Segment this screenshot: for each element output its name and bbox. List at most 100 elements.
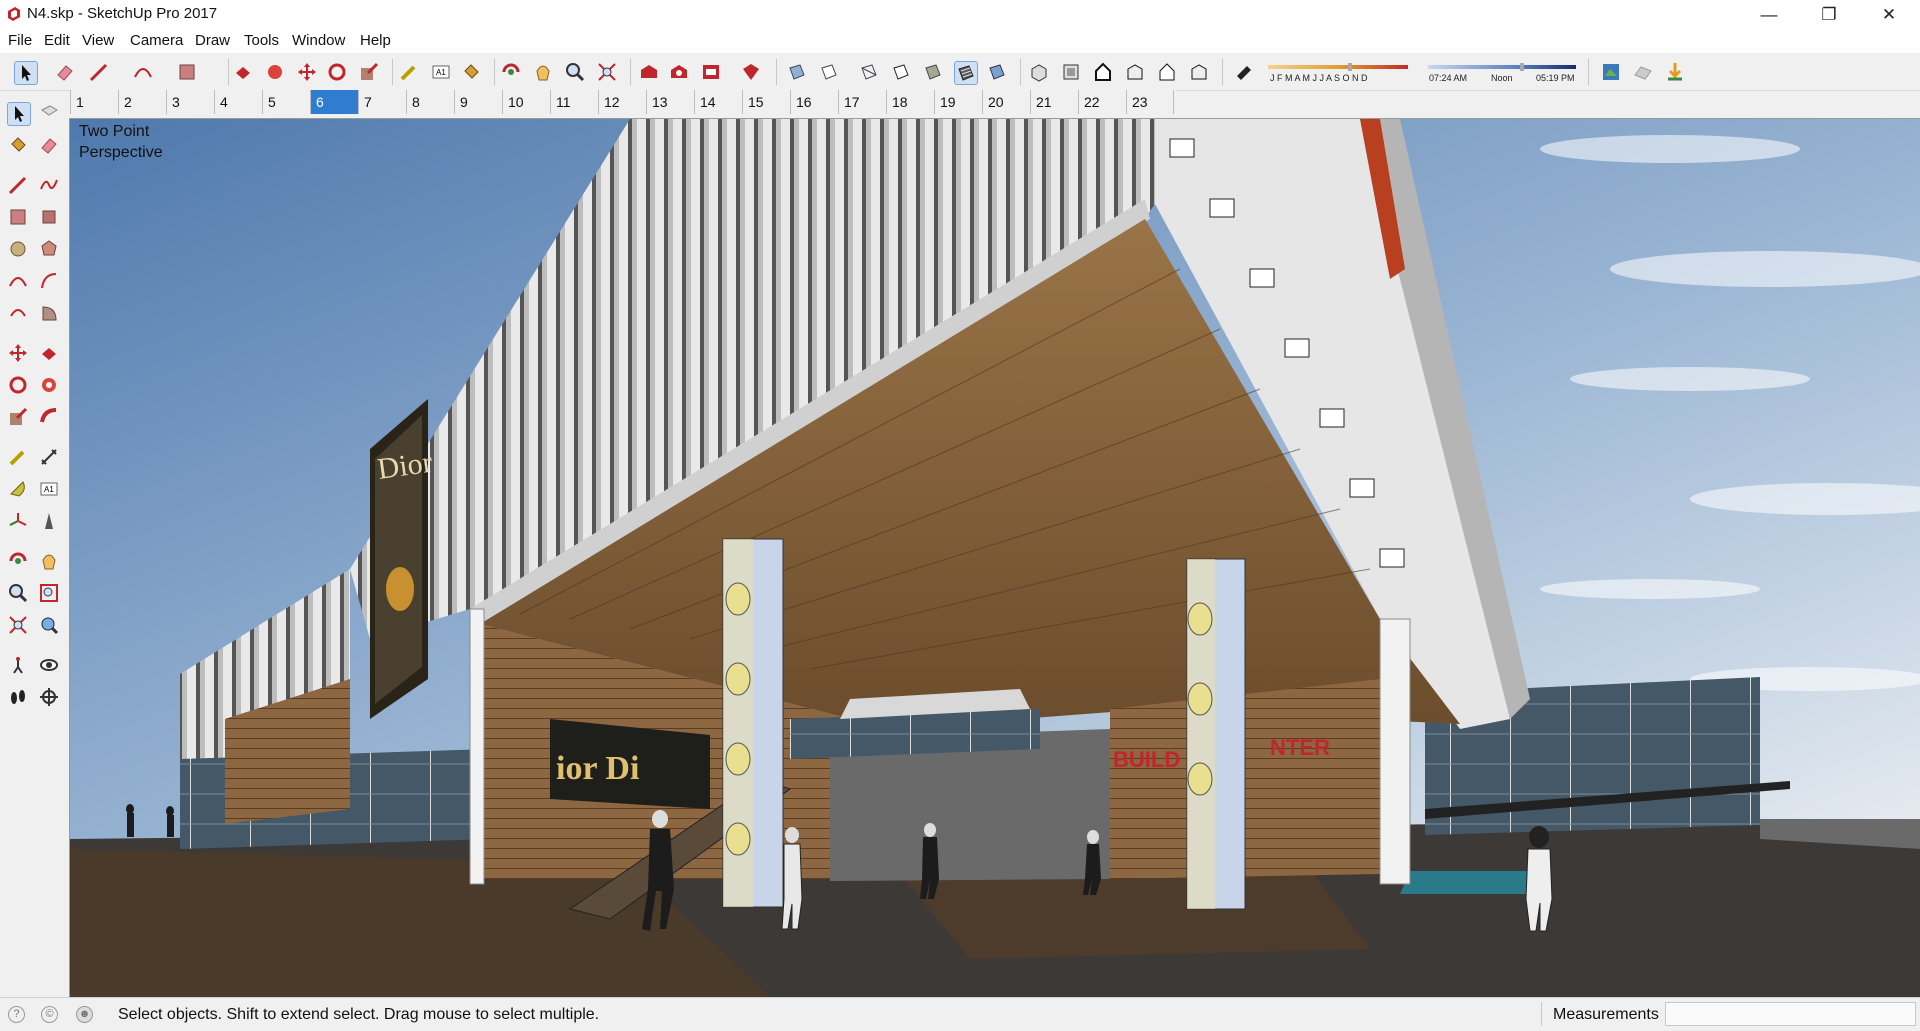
eraser-tool-icon[interactable] (38, 134, 60, 156)
rectangle-tool-icon[interactable] (7, 206, 29, 228)
zoom-extents-tool-icon[interactable] (7, 614, 29, 636)
paint-bucket-tool-icon[interactable] (460, 61, 482, 83)
text-tool-icon[interactable]: A1 (430, 61, 452, 83)
extension-warehouse-icon[interactable] (740, 61, 762, 83)
section-plane-icon[interactable] (38, 686, 60, 708)
rotate-tool-icon[interactable] (7, 374, 29, 396)
photo-textures-icon[interactable] (1664, 61, 1686, 83)
menu-draw[interactable]: Draw (195, 32, 230, 49)
scene-tab-8[interactable]: 8 (406, 90, 454, 114)
menu-edit[interactable]: Edit (44, 32, 70, 49)
scene-tab-13[interactable]: 13 (646, 90, 694, 114)
shaded-style-icon[interactable] (922, 61, 944, 83)
move-tool-icon[interactable] (296, 61, 318, 83)
pan-tool-icon[interactable] (38, 550, 60, 572)
pan-tool-icon[interactable] (532, 61, 554, 83)
zoom-tool-icon[interactable] (7, 582, 29, 604)
previous-view-icon[interactable] (38, 614, 60, 636)
back-view-icon[interactable] (1156, 61, 1178, 83)
rotate-tool-icon[interactable] (326, 61, 348, 83)
close-button[interactable]: ✕ (1866, 0, 1912, 29)
two-point-arc-tool-icon[interactable] (38, 270, 60, 292)
move-tool-icon[interactable] (7, 342, 29, 364)
push-pull-tool-icon[interactable] (232, 61, 254, 83)
left-view-icon[interactable] (1188, 61, 1210, 83)
scene-tab-22[interactable]: 22 (1078, 90, 1126, 114)
3d-text-tool-icon[interactable] (38, 510, 60, 532)
iso-view-icon[interactable] (1028, 61, 1050, 83)
credits-icon[interactable]: © (41, 1006, 58, 1023)
walk-tool-icon[interactable] (7, 686, 29, 708)
circle-tool-icon[interactable] (7, 238, 29, 260)
user-account-icon[interactable]: ☻ (76, 1006, 93, 1023)
pie-tool-icon[interactable] (38, 302, 60, 324)
tape-measure-tool-icon[interactable] (398, 61, 420, 83)
menu-camera[interactable]: Camera (130, 32, 183, 49)
select-tool-icon[interactable] (14, 61, 38, 85)
scene-tab-2[interactable]: 2 (118, 90, 166, 114)
axes-tool-icon[interactable] (7, 510, 29, 532)
text-tool-icon[interactable]: A1 (38, 478, 60, 500)
scene-tab-19[interactable]: 19 (934, 90, 982, 114)
hidden-line-icon[interactable] (890, 61, 912, 83)
orbit-tool-icon[interactable] (7, 550, 29, 572)
scene-tab-6[interactable]: 6 (310, 90, 358, 114)
offset-tool-icon[interactable] (38, 406, 60, 428)
measurements-input[interactable] (1665, 1002, 1916, 1026)
arc-tool-icon[interactable] (132, 61, 154, 83)
hidden-line-style-icon[interactable] (818, 61, 840, 83)
make-component-icon[interactable] (38, 102, 60, 124)
arc-tool-icon[interactable] (7, 270, 29, 292)
freehand-tool-icon[interactable] (38, 174, 60, 196)
rotated-rectangle-tool-icon[interactable] (38, 206, 60, 228)
warehouse-icon[interactable] (638, 61, 660, 83)
scene-tab-1[interactable]: 1 (70, 90, 118, 114)
add-location-icon[interactable] (1600, 61, 1622, 83)
share-component-icon[interactable] (700, 61, 722, 83)
select-tool-icon[interactable] (7, 102, 31, 126)
scale-tool-icon[interactable] (358, 61, 380, 83)
menu-help[interactable]: Help (360, 32, 391, 49)
shadows-toggle-icon[interactable] (1232, 61, 1254, 83)
front-view-icon[interactable] (1092, 61, 1114, 83)
minimize-button[interactable]: — (1746, 0, 1792, 29)
scene-tab-12[interactable]: 12 (598, 90, 646, 114)
top-view-icon[interactable] (1060, 61, 1082, 83)
three-point-arc-tool-icon[interactable] (7, 302, 29, 324)
position-camera-icon[interactable] (7, 654, 29, 676)
shaded-with-textures-icon[interactable] (954, 61, 978, 85)
protractor-tool-icon[interactable] (7, 478, 29, 500)
scene-tab-9[interactable]: 9 (454, 90, 502, 114)
right-view-icon[interactable] (1124, 61, 1146, 83)
scene-tab-4[interactable]: 4 (214, 90, 262, 114)
push-pull-tool-icon[interactable] (38, 342, 60, 364)
zoom-extents-tool-icon[interactable] (596, 61, 618, 83)
look-around-icon[interactable] (38, 654, 60, 676)
scene-tab-10[interactable]: 10 (502, 90, 550, 114)
zoom-tool-icon[interactable] (564, 61, 586, 83)
maximize-button[interactable]: ❐ (1806, 0, 1852, 29)
paint-bucket-tool-icon[interactable] (7, 134, 29, 156)
follow-me-tool-icon[interactable] (38, 374, 60, 396)
toggle-terrain-icon[interactable] (1632, 61, 1654, 83)
scene-tab-17[interactable]: 17 (838, 90, 886, 114)
dimension-tool-icon[interactable] (38, 446, 60, 468)
model-viewport[interactable]: Dior ior Di BUILD NTER Two Point Perspec… (69, 118, 1920, 997)
tape-measure-tool-icon[interactable] (7, 446, 29, 468)
menu-window[interactable]: Window (292, 32, 345, 49)
scene-tab-15[interactable]: 15 (742, 90, 790, 114)
line-tool-icon[interactable] (7, 174, 29, 196)
xray-style-icon[interactable] (786, 61, 808, 83)
share-model-icon[interactable] (668, 61, 690, 83)
menu-tools[interactable]: Tools (244, 32, 279, 49)
scene-tab-14[interactable]: 14 (694, 90, 742, 114)
scene-tab-3[interactable]: 3 (166, 90, 214, 114)
scene-tab-20[interactable]: 20 (982, 90, 1030, 114)
eraser-tool-icon[interactable] (54, 61, 76, 83)
follow-me-tool-icon[interactable] (264, 61, 286, 83)
scene-tab-18[interactable]: 18 (886, 90, 934, 114)
polygon-tool-icon[interactable] (38, 238, 60, 260)
menu-view[interactable]: View (82, 32, 114, 49)
scene-tab-11[interactable]: 11 (550, 90, 598, 114)
line-tool-icon[interactable] (88, 61, 110, 83)
